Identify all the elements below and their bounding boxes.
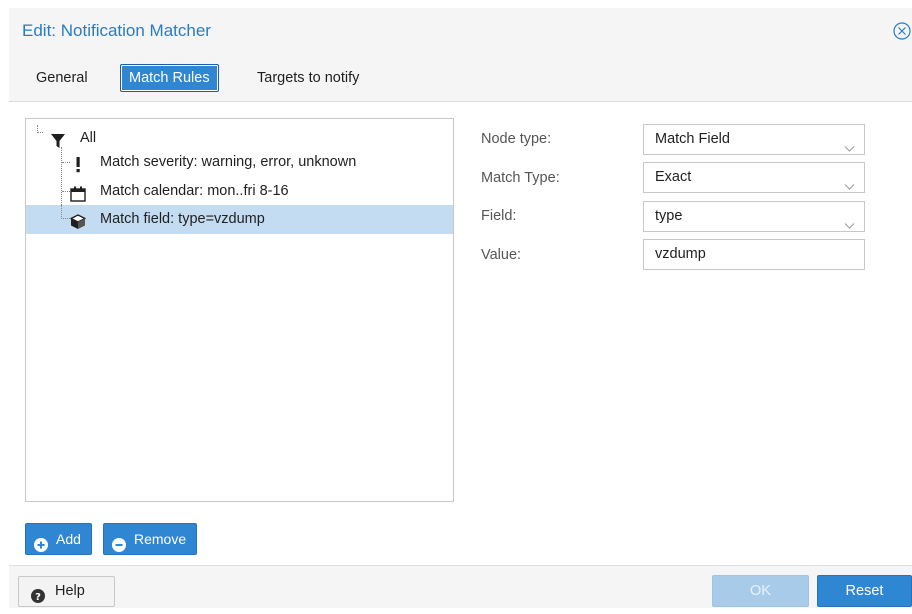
node-type-label: Node type: — [481, 131, 552, 147]
value-label: Value: — [481, 247, 522, 263]
dialog-title: Edit: Notification Matcher — [22, 21, 211, 40]
tree-row-severity[interactable]: Match severity: warning, error, unknown — [26, 148, 453, 177]
tree-row-label: Match severity: warning, error, unknown — [100, 154, 357, 170]
dialog-footer: ? Help OK Reset — [9, 565, 912, 608]
chevron-down-icon[interactable] — [844, 135, 855, 152]
cube-icon — [70, 212, 86, 229]
tree-row-label: Match field: type=vzdump — [100, 211, 265, 227]
plus-circle-icon — [34, 532, 48, 552]
minus-circle-icon — [112, 532, 126, 552]
match-rules-panel: All Match severity: warning, error, unkn… — [9, 101, 912, 565]
tree-row-field[interactable]: Match field: type=vzdump — [26, 205, 453, 234]
tree-guide — [61, 205, 70, 219]
help-button[interactable]: ? Help — [18, 576, 115, 607]
add-button[interactable]: Add — [25, 523, 92, 555]
filter-icon — [50, 131, 66, 148]
chevron-down-icon[interactable] — [844, 173, 855, 190]
field-label: Field: — [481, 208, 517, 224]
tab-general[interactable]: General — [27, 64, 97, 92]
tab-match-rules[interactable]: Match Rules — [120, 64, 219, 92]
tree-guide — [37, 125, 43, 133]
value-input[interactable]: vzdump — [643, 239, 865, 270]
remove-button[interactable]: Remove — [103, 523, 198, 555]
tree-row-label: Match calendar: mon..fri 8-16 — [100, 183, 289, 199]
question-circle-icon: ? — [31, 585, 45, 603]
calendar-icon — [70, 184, 86, 202]
field-select[interactable]: type — [643, 201, 865, 232]
field-value: type — [655, 208, 683, 224]
node-type-value: Match Field — [655, 131, 730, 147]
ok-button[interactable]: OK — [712, 575, 809, 607]
tree-guide — [62, 162, 70, 163]
notification-matcher-dialog: Edit: Notification Matcher General Match… — [9, 8, 912, 608]
add-button-label: Add — [56, 531, 81, 547]
tree-guide — [62, 191, 70, 192]
tree-row-calendar[interactable]: Match calendar: mon..fri 8-16 — [26, 177, 453, 206]
tab-targets-to-notify[interactable]: Targets to notify — [248, 64, 368, 92]
chevron-down-icon[interactable] — [844, 212, 855, 229]
tab-bar: General Match Rules Targets to notify — [9, 64, 912, 100]
match-type-label: Match Type: — [481, 170, 560, 186]
help-button-label: Help — [55, 583, 85, 599]
exclamation-icon — [70, 155, 86, 173]
value-input-text: vzdump — [655, 246, 706, 262]
remove-button-label: Remove — [134, 531, 187, 547]
node-type-select[interactable]: Match Field — [643, 124, 865, 155]
reset-button[interactable]: Reset — [817, 575, 912, 607]
match-rules-tree[interactable]: All Match severity: warning, error, unkn… — [25, 118, 454, 502]
svg-text:?: ? — [35, 592, 41, 603]
match-type-value: Exact — [655, 169, 692, 185]
match-type-select[interactable]: Exact — [643, 162, 865, 193]
close-icon[interactable] — [892, 21, 912, 41]
